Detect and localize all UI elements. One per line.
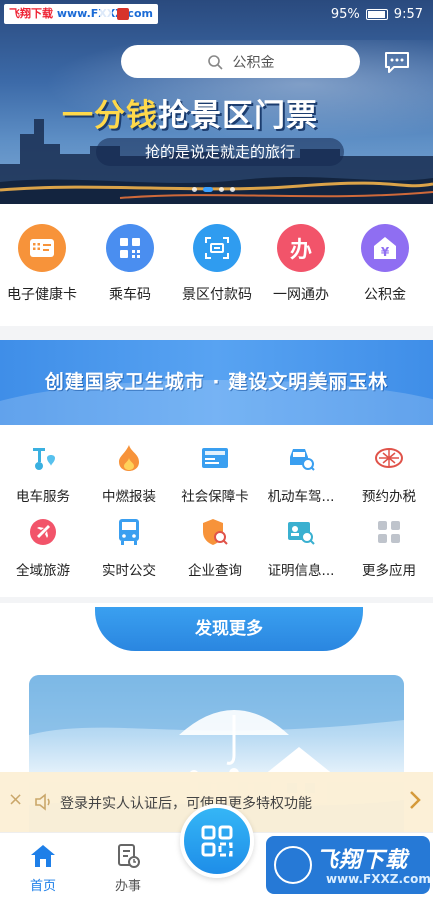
hero-title: 一分钱抢景区门票 xyxy=(62,98,318,134)
service-vehicle[interactable]: 机动车驾... xyxy=(258,443,344,505)
enterprise-search-icon xyxy=(200,517,230,547)
service-tourism[interactable]: 全域旅游 xyxy=(0,517,86,579)
scan-grid-icon xyxy=(201,825,233,857)
service-label: 更多应用 xyxy=(362,563,416,579)
car-search-icon xyxy=(286,443,316,473)
search-input[interactable]: 公积金 xyxy=(121,45,360,78)
carousel-indicator xyxy=(192,187,235,192)
tab-home-label: 首页 xyxy=(29,879,56,894)
service-label: 社会保障卡 xyxy=(181,489,249,505)
watermark-bottom-right: 飞翔下载 www.FXXZ.com xyxy=(266,836,430,894)
notification-icons xyxy=(100,8,129,20)
task-clipboard-icon xyxy=(98,843,158,869)
notification-icon xyxy=(100,8,112,20)
hero-subtitle: 抢的是说走就走的旅行 xyxy=(96,138,344,166)
scan-pay-icon xyxy=(193,224,241,272)
service-label: 中燃报装 xyxy=(102,489,156,505)
close-icon[interactable]: × xyxy=(8,791,24,809)
watermark-url: www.FXXZ.com xyxy=(326,872,430,886)
battery-icon xyxy=(365,9,388,20)
service-grid: 电车服务 中燃报装 社会保障卡 机动车驾... 预约办税 全域旅游 实时公交 企… xyxy=(0,425,433,597)
qr-code-icon xyxy=(106,224,154,272)
home-icon xyxy=(13,843,73,869)
hero-banner[interactable]: 飞翔下载 www.FXXZ.com 95% 9:57 公积金 一分钱抢景区门票 … xyxy=(0,0,433,204)
status-bar: 飞翔下载 www.FXXZ.com 95% 9:57 xyxy=(0,0,433,32)
discover-title[interactable]: 发现更多 xyxy=(95,607,363,651)
gas-flame-icon xyxy=(114,443,144,473)
health-card-icon xyxy=(18,224,66,272)
bus-icon xyxy=(114,517,144,547)
social-security-card-icon xyxy=(200,443,230,473)
chevron-right-icon[interactable] xyxy=(409,790,421,810)
tab-home[interactable]: 首页 xyxy=(13,843,73,894)
service-label: 电车服务 xyxy=(16,489,70,505)
quick-item-label: 乘车码 xyxy=(109,287,151,303)
carousel-dot[interactable] xyxy=(219,187,224,192)
tab-tasks-label: 办事 xyxy=(114,879,141,894)
watermark-brand: 飞翔下载 xyxy=(316,848,409,873)
quick-item-label: 景区付款码 xyxy=(182,287,252,303)
tax-emblem-icon xyxy=(374,443,404,473)
ebike-icon xyxy=(28,443,58,473)
chat-bubble-icon[interactable] xyxy=(384,51,410,73)
certificate-search-icon xyxy=(286,517,316,547)
search-icon xyxy=(207,54,223,70)
clock: 9:57 xyxy=(393,7,423,22)
service-ebike[interactable]: 电车服务 xyxy=(0,443,86,505)
service-enterprise[interactable]: 企业查询 xyxy=(172,517,258,579)
app-notification-icon xyxy=(117,8,129,20)
service-tax[interactable]: 预约办税 xyxy=(346,443,432,505)
quick-item-label: 公积金 xyxy=(364,287,406,303)
quick-item-scenic-pay[interactable]: 景区付款码 xyxy=(175,224,259,304)
service-social-security[interactable]: 社会保障卡 xyxy=(172,443,258,505)
status-right: 95% 9:57 xyxy=(331,7,423,22)
service-label: 实时公交 xyxy=(102,563,156,579)
service-label: 全域旅游 xyxy=(16,563,70,579)
promo-banner[interactable]: 创建国家卫生城市 · 建设文明美丽玉林 xyxy=(0,340,433,425)
center-scan-button[interactable] xyxy=(180,804,254,878)
ban-glyph: 办 xyxy=(289,238,312,263)
quick-item-housing-fund[interactable]: ¥ 公积金 xyxy=(343,224,427,304)
search-placeholder: 公积金 xyxy=(232,54,275,71)
watermark-top-left: 飞翔下载 www.FXXZ.com xyxy=(4,4,158,24)
service-gas[interactable]: 中燃报装 xyxy=(86,443,172,505)
carousel-dot[interactable] xyxy=(230,187,235,192)
service-label: 机动车驾... xyxy=(267,489,335,505)
ban-icon: 办 xyxy=(277,224,325,272)
tab-tasks[interactable]: 办事 xyxy=(98,843,158,894)
service-bus[interactable]: 实时公交 xyxy=(86,517,172,579)
service-label: 预约办税 xyxy=(362,489,416,505)
fund-house-icon: ¥ xyxy=(361,224,409,272)
service-more[interactable]: 更多应用 xyxy=(346,517,432,579)
quick-item-ride-code[interactable]: 乘车码 xyxy=(88,224,172,304)
quick-item-health-card[interactable]: 电子健康卡 xyxy=(0,224,84,304)
battery-percent: 95% xyxy=(330,7,360,22)
airplane-icon xyxy=(28,517,58,547)
svg-text:¥: ¥ xyxy=(381,245,390,259)
speaker-icon xyxy=(35,793,50,811)
service-label: 企业查询 xyxy=(188,563,242,579)
carousel-dot[interactable] xyxy=(192,187,197,192)
service-label: 证明信息... xyxy=(267,563,335,579)
quick-services: 电子健康卡 乘车码 景区付款码 办 一网通办 ¥ 公积金 xyxy=(0,204,433,326)
login-tip-text: 登录并实人认证后，可使用更多特权功能 xyxy=(60,796,312,812)
service-certificate[interactable]: 证明信息... xyxy=(258,517,344,579)
quick-item-label: 电子健康卡 xyxy=(7,287,77,303)
more-apps-icon xyxy=(374,517,404,547)
promo-banner-text: 创建国家卫生城市 · 建设文明美丽玉林 xyxy=(44,371,389,393)
watermark-logo xyxy=(274,846,312,884)
quick-item-label: 一网通办 xyxy=(273,287,329,303)
quick-item-one-net[interactable]: 办 一网通办 xyxy=(259,224,343,304)
carousel-dot-active[interactable] xyxy=(203,187,213,192)
